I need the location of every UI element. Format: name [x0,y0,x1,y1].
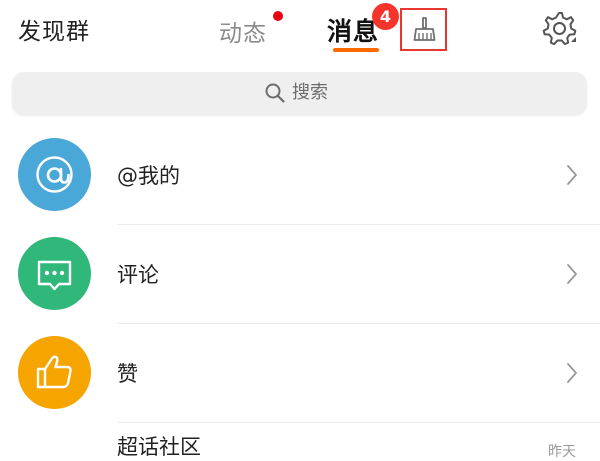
chevron-right-icon [567,363,577,383]
list-item-super-topic-community[interactable]: 超话社区 昨天 [0,423,600,460]
list-item-label: 赞 [117,362,138,386]
discover-group-link[interactable]: 发现群 [18,12,90,46]
search-placeholder: 搜索 [292,82,328,103]
search-icon [265,83,285,103]
list-item-label: @我的 [117,164,180,188]
chevron-right-icon [567,165,577,185]
list-item-likes[interactable]: 赞 [0,324,600,423]
list-item-label: 评论 [117,263,159,287]
tab-dongtai[interactable]: 动态 [219,14,267,48]
clear-unread-button[interactable] [400,8,447,51]
gear-icon [542,12,577,46]
unread-dot [273,11,283,21]
search-bar[interactable]: 搜索 [12,72,587,115]
list-item-mentions[interactable]: @我的 [0,126,600,225]
chevron-right-icon [567,264,577,284]
list-item-label: 超话社区 [117,435,201,459]
active-tab-indicator [333,48,379,52]
settings-button[interactable] [540,9,578,47]
unread-count-badge: 4 [372,3,399,30]
broom-icon [413,17,436,41]
list-item-time: 昨天 [548,444,576,460]
thumbs-up-icon [36,355,72,389]
at-icon [36,156,73,193]
top-bar: 发现群 动态 消息 4 [0,0,600,58]
list-item-comments[interactable]: 评论 [0,225,600,324]
comment-icon [37,260,72,291]
